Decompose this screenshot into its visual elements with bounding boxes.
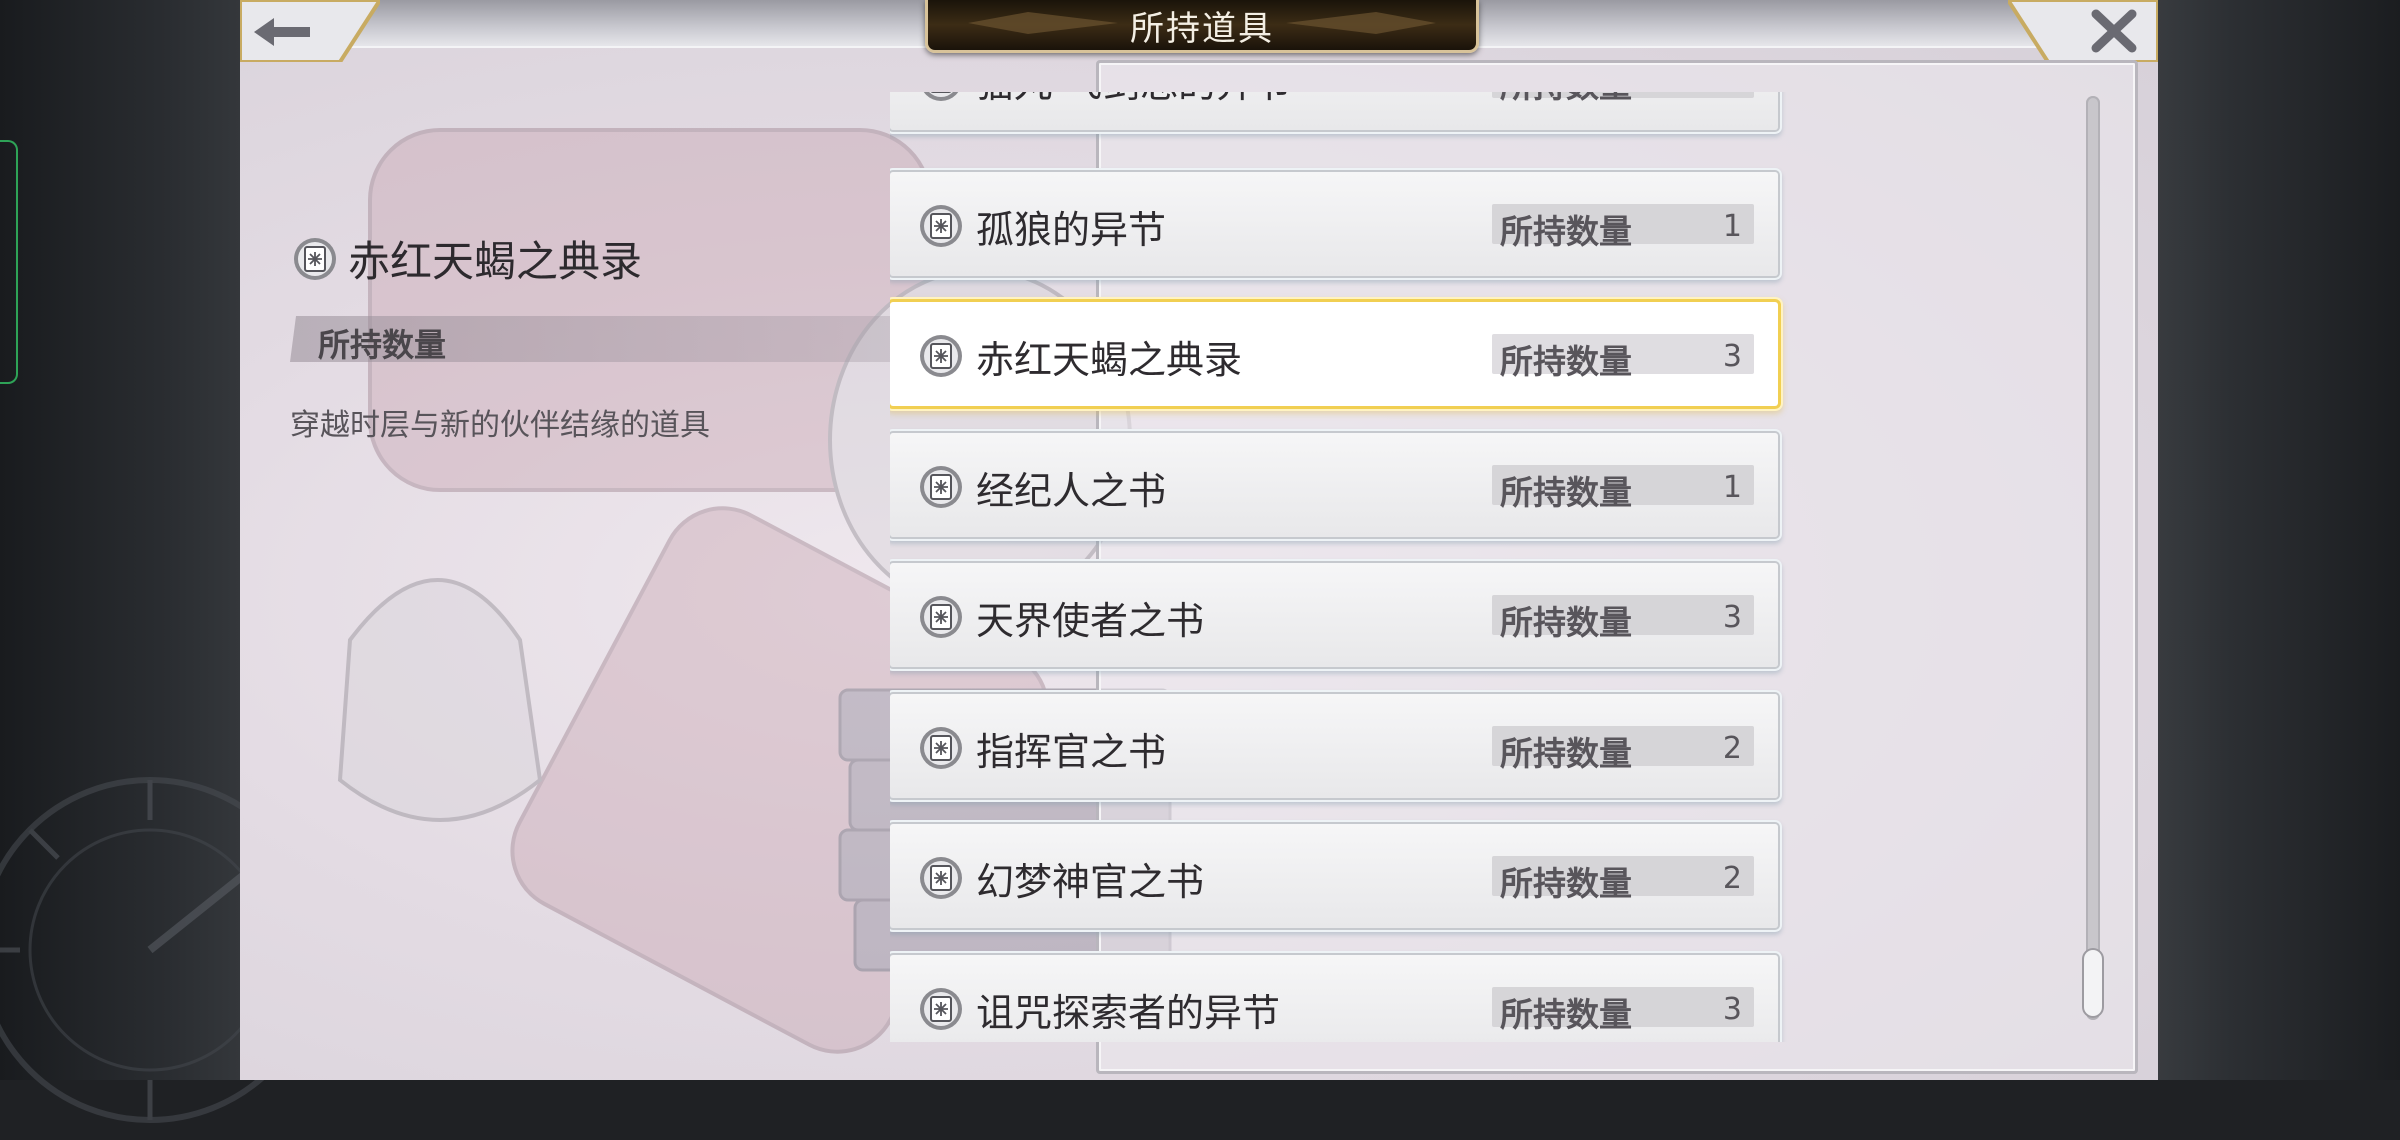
item-name: 诅咒探索者的异节 bbox=[976, 991, 1281, 1035]
quantity-label: 所持数量 bbox=[1500, 864, 1632, 903]
item-name: 幻梦神官之书 bbox=[976, 860, 1205, 904]
item-row[interactable]: 猫丸 飞剑总的异节 所持数量 1 bbox=[890, 92, 1778, 130]
quantity-value: 1 bbox=[1722, 470, 1742, 505]
quantity-value: 1 bbox=[1722, 209, 1742, 244]
book-icon bbox=[918, 986, 964, 1036]
quantity-value: 2 bbox=[1722, 731, 1742, 766]
item-row[interactable]: 指挥官之书 所持数量 2 bbox=[890, 694, 1778, 798]
item-row[interactable]: 幻梦神官之书 所持数量 2 bbox=[890, 824, 1778, 928]
selected-item-name: 赤红天蝎之典录 bbox=[348, 237, 643, 286]
book-icon bbox=[918, 855, 964, 905]
quantity-label: 所持数量 bbox=[1500, 995, 1632, 1034]
quantity-label: 所持数量 bbox=[1500, 603, 1632, 642]
right-backdrop bbox=[2158, 0, 2400, 1080]
item-quantity: 所持数量 2 bbox=[1492, 726, 1754, 773]
selected-item-title: 赤红天蝎之典录 bbox=[292, 228, 642, 289]
item-quantity: 所持数量 1 bbox=[1492, 92, 1754, 105]
book-icon bbox=[918, 92, 964, 107]
item-name: 天界使者之书 bbox=[976, 599, 1205, 643]
book-icon bbox=[918, 203, 964, 253]
item-quantity: 所持数量 1 bbox=[1492, 204, 1754, 251]
item-quantity: 所持数量 3 bbox=[1492, 334, 1754, 381]
item-quantity: 所持数量 3 bbox=[1492, 595, 1754, 642]
item-name: 孤狼的异节 bbox=[976, 208, 1167, 252]
ornament-left bbox=[968, 12, 1118, 34]
back-arrow-icon bbox=[240, 0, 383, 64]
left-backdrop bbox=[0, 0, 323, 1123]
quantity-value: 3 bbox=[1722, 600, 1742, 635]
item-quantity: 所持数量 2 bbox=[1492, 856, 1754, 903]
item-row[interactable]: 天界使者之书 所持数量 3 bbox=[890, 563, 1778, 667]
quantity-label: 所持数量 bbox=[1500, 473, 1632, 512]
list-scrollbar[interactable] bbox=[2086, 96, 2100, 1020]
back-button[interactable] bbox=[240, 0, 383, 64]
side-handle[interactable] bbox=[0, 140, 18, 384]
quantity-label: 所持数量 bbox=[1500, 212, 1632, 251]
selected-item-quantity: 所持数量 3 bbox=[290, 316, 962, 362]
item-row-selected[interactable]: 赤红天蝎之典录 所持数量 3 bbox=[890, 302, 1778, 406]
item-name: 经纪人之书 bbox=[976, 469, 1167, 513]
item-quantity: 所持数量 3 bbox=[1492, 987, 1754, 1034]
item-row[interactable]: 诅咒探索者的异节 所持数量 3 bbox=[890, 955, 1778, 1042]
item-description: 穿越时层与新的伙伴结缘的道具 bbox=[290, 408, 710, 443]
item-quantity: 所持数量 1 bbox=[1492, 465, 1754, 512]
ornament-right bbox=[1286, 12, 1436, 34]
close-icon bbox=[2005, 0, 2158, 64]
title-plate: 所持道具 bbox=[925, 0, 1479, 53]
quantity-value: 3 bbox=[1722, 992, 1742, 1027]
quantity-value: 2 bbox=[1722, 861, 1742, 896]
book-icon bbox=[918, 594, 964, 644]
close-button[interactable] bbox=[2005, 0, 2158, 64]
quantity-label: 所持数量 bbox=[1500, 342, 1632, 381]
book-icon bbox=[918, 725, 964, 775]
quantity-label: 所持数量 bbox=[318, 326, 447, 364]
book-icon bbox=[918, 464, 964, 514]
item-row[interactable]: 经纪人之书 所持数量 1 bbox=[890, 433, 1778, 537]
item-list[interactable]: 猫丸 飞剑总的异节 所持数量 1 孤狼的异节 所持数量 1 赤红天蝎之典录 所持数量… bbox=[890, 92, 1850, 1042]
item-name: 赤红天蝎之典录 bbox=[976, 338, 1243, 382]
page-title: 所持道具 bbox=[1130, 8, 1274, 49]
quantity-label: 所持数量 bbox=[1500, 734, 1632, 773]
scrollbar-thumb[interactable] bbox=[2084, 950, 2102, 1016]
book-icon bbox=[918, 333, 964, 383]
book-icon bbox=[294, 237, 336, 280]
item-name: 指挥官之书 bbox=[976, 730, 1167, 774]
quantity-value: 3 bbox=[1722, 339, 1742, 374]
item-row[interactable]: 孤狼的异节 所持数量 1 bbox=[890, 172, 1778, 276]
item-name: 猫丸 飞剑总的异节 bbox=[976, 92, 1292, 108]
quantity-label: 所持数量 bbox=[1500, 92, 1632, 107]
quantity-value: 1 bbox=[1723, 92, 1742, 98]
